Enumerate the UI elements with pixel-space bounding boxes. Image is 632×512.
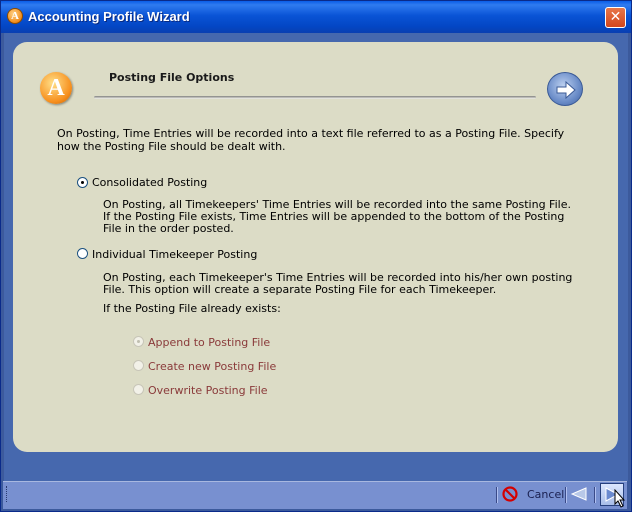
create-new-posting-label: Create new Posting File bbox=[148, 360, 277, 373]
cancel-button[interactable]: Cancel bbox=[527, 488, 564, 501]
individual-posting-radio[interactable] bbox=[77, 248, 88, 259]
append-posting-radio[interactable] bbox=[133, 336, 144, 347]
toolbar-grip[interactable] bbox=[6, 486, 9, 502]
overwrite-posting-radio[interactable] bbox=[133, 384, 144, 395]
toolbar-separator bbox=[594, 487, 596, 503]
append-posting-label: Append to Posting File bbox=[148, 336, 271, 349]
next-arrow-icon bbox=[547, 72, 583, 106]
cancel-icon[interactable] bbox=[502, 486, 518, 502]
individual-posting-label[interactable]: Individual Timekeeper Posting bbox=[92, 248, 257, 261]
consolidated-posting-radio[interactable] bbox=[77, 177, 88, 188]
content-panel bbox=[13, 42, 618, 452]
consolidated-posting-description: On Posting, all Timekeepers' Time Entrie… bbox=[103, 198, 571, 235]
back-arrow-icon[interactable] bbox=[570, 487, 588, 501]
toolbar-separator bbox=[496, 487, 498, 503]
file-exists-prompt: If the Posting File already exists: bbox=[103, 302, 281, 315]
consolidated-posting-label[interactable]: Consolidated Posting bbox=[92, 176, 207, 189]
app-logo-icon: A bbox=[40, 72, 72, 104]
close-button[interactable]: ✕ bbox=[605, 7, 626, 28]
create-new-posting-radio[interactable] bbox=[133, 360, 144, 371]
app-icon: A bbox=[7, 8, 23, 24]
title-bar[interactable]: A Accounting Profile Wizard ✕ bbox=[1, 1, 631, 33]
intro-text: On Posting, Time Entries will be recorde… bbox=[57, 127, 565, 153]
header-divider bbox=[94, 96, 536, 99]
page-title: Posting File Options bbox=[109, 71, 235, 84]
overwrite-posting-label: Overwrite Posting File bbox=[148, 384, 268, 397]
toolbar-separator bbox=[565, 487, 567, 503]
mouse-cursor-icon bbox=[614, 489, 626, 508]
window-title: Accounting Profile Wizard bbox=[28, 9, 190, 24]
individual-posting-description: On Posting, each Timekeeper's Time Entri… bbox=[103, 271, 573, 296]
